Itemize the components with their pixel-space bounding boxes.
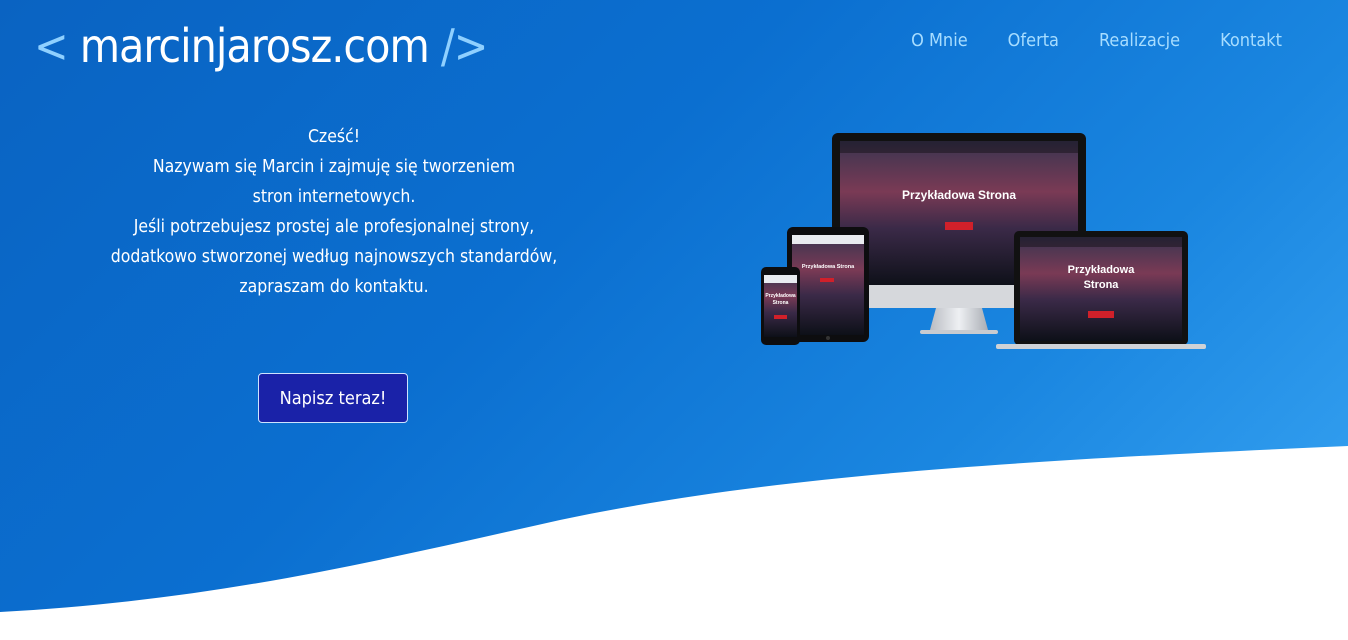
intro-line: zapraszam do kontaktu. bbox=[239, 277, 429, 297]
desktop-mockup-title: Przykładowa Strona bbox=[902, 188, 1016, 202]
laptop-mockup-title-line2: Strona bbox=[1084, 279, 1120, 291]
laptop-mockup-title-line1: Przykładowa bbox=[1068, 264, 1136, 276]
responsive-devices-mockup: Przykładowa Strona Przykładowa Strona Pr… bbox=[761, 133, 1206, 349]
hero-section: < marcinjarosz.com /> O Mnie Oferta Real… bbox=[0, 0, 1348, 640]
intro-line: Nazywam się Marcin i zajmuję się tworzen… bbox=[152, 157, 516, 177]
intro-line: Jeśli potrzebujesz prostej ale profesjon… bbox=[133, 217, 535, 237]
nav-item-oferta[interactable]: Oferta bbox=[1008, 30, 1059, 51]
phone-device: Przykładowa Strona bbox=[761, 267, 800, 345]
nav-item-o-mnie[interactable]: O Mnie bbox=[911, 30, 968, 51]
logo-open-bracket: < bbox=[34, 19, 69, 73]
nav-item-kontakt[interactable]: Kontakt bbox=[1220, 30, 1282, 51]
nav-item-realizacje[interactable]: Realizacje bbox=[1099, 30, 1180, 51]
write-now-button[interactable]: Napisz teraz! bbox=[258, 373, 408, 423]
logo-close-bracket: /> bbox=[440, 19, 489, 73]
laptop-device: Przykładowa Strona bbox=[996, 231, 1206, 349]
intro-text: Cześć! Nazywam się Marcin i zajmuję się … bbox=[108, 122, 560, 302]
main-nav: O Mnie Oferta Realizacje Kontakt bbox=[911, 30, 1282, 51]
intro-line: stron internetowych. bbox=[252, 187, 416, 207]
site-logo[interactable]: < marcinjarosz.com /> bbox=[34, 16, 493, 76]
phone-mockup-title-line1: Przykładowa bbox=[765, 293, 796, 299]
phone-mockup-title-line2: Strona bbox=[773, 300, 789, 306]
intro-line: dodatkowo stworzonej według najnowszych … bbox=[110, 247, 558, 267]
logo-text: marcinjarosz.com bbox=[79, 19, 430, 73]
intro-greeting: Cześć! bbox=[307, 127, 361, 147]
tablet-mockup-title: Przykładowa Strona bbox=[802, 264, 855, 270]
